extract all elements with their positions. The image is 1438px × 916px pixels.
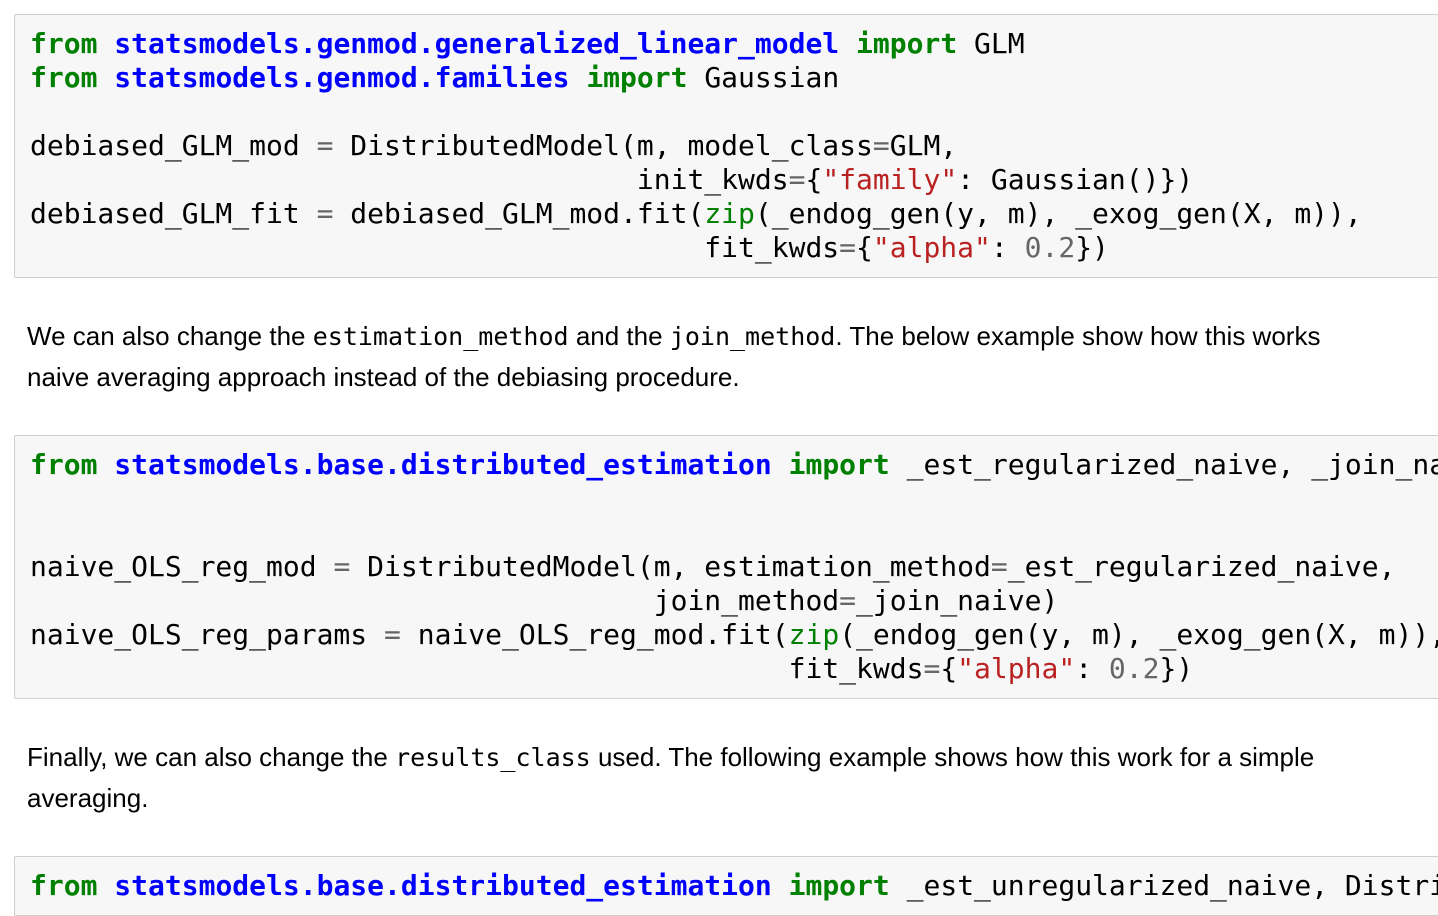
notebook-page: from statsmodels.genmod.generalized_line… — [0, 0, 1438, 916]
code-token: naive_OLS_reg_mod.fit( — [401, 618, 789, 651]
code-token: statsmodels.genmod.generalized_linear_mo… — [114, 27, 839, 60]
code-token: debiased_GLM_fit — [30, 197, 317, 230]
code-token: GLM — [957, 27, 1024, 60]
code-token: from — [30, 61, 97, 94]
code-token: : — [1075, 652, 1109, 685]
code-token: fit_kwds — [789, 652, 924, 685]
code-token: }) — [1159, 652, 1193, 685]
code-token — [97, 448, 114, 481]
code-token: = — [839, 584, 856, 617]
code-token: = — [991, 550, 1008, 583]
code-token: from — [30, 27, 97, 60]
code-cell-debiased-glm: from statsmodels.genmod.generalized_line… — [14, 14, 1438, 278]
paragraph-text: . The below example show how this works — [835, 321, 1320, 351]
paragraph-text: naive averaging approach instead of the … — [27, 362, 740, 392]
code-token: (_endog_gen(y, m), _exog_gen(X, m)), — [755, 197, 1362, 230]
code-token: import — [789, 448, 890, 481]
code-token: { — [805, 163, 822, 196]
code-token: 0.2 — [1109, 652, 1160, 685]
code-token: GLM, — [890, 129, 957, 162]
markdown-paragraph-estimation-method: We can also change the estimation_method… — [27, 316, 1438, 397]
code-token: DistributedModel(m, model_class — [333, 129, 872, 162]
code-token: = — [333, 550, 350, 583]
code-token: statsmodels.genmod.families — [114, 61, 569, 94]
code-token: "alpha" — [957, 652, 1075, 685]
code-token: DistributedModel(m, estimation_method — [350, 550, 991, 583]
code-token — [839, 27, 856, 60]
code-token: _est_regularized_naive, — [1008, 550, 1396, 583]
code-token: = — [839, 231, 856, 264]
code-token: : Gaussian()}) — [957, 163, 1193, 196]
paragraph-text: used. The following example shows how th… — [591, 742, 1315, 772]
inline-code: join_method — [670, 322, 836, 351]
code-token: import — [789, 869, 890, 902]
code-token: = — [873, 129, 890, 162]
code-token: = — [384, 618, 401, 651]
code-token — [772, 448, 789, 481]
code-cell-naive-ols-regularized: from statsmodels.base.distributed_estima… — [14, 435, 1438, 699]
code-token: _est_regularized_naive, _join_naive — [890, 448, 1438, 481]
inline-code: estimation_method — [313, 322, 569, 351]
inline-code: results_class — [395, 743, 591, 772]
code-token: init_kwds — [637, 163, 789, 196]
code-token: naive_OLS_reg_params — [30, 618, 384, 651]
code-token: _est_unregularized_naive, DistributedRes… — [890, 869, 1438, 902]
code-token: Gaussian — [687, 61, 839, 94]
code-token: "alpha" — [873, 231, 991, 264]
code-token: debiased_GLM_mod.fit( — [333, 197, 704, 230]
code-token: = — [789, 163, 806, 196]
paragraph-text: Finally, we can also change the — [27, 742, 395, 772]
code-token: statsmodels.base.distributed_estimation — [114, 448, 771, 481]
code-token: zip — [789, 618, 840, 651]
paragraph-text: and the — [569, 321, 670, 351]
code-token: 0.2 — [1025, 231, 1076, 264]
code-token: zip — [704, 197, 755, 230]
code-token: statsmodels.base.distributed_estimation — [114, 869, 771, 902]
paragraph-text: averaging. — [27, 783, 148, 813]
code-token: (_endog_gen(y, m), _exog_gen(X, m)), — [839, 618, 1438, 651]
code-token: import — [586, 61, 687, 94]
code-token — [97, 27, 114, 60]
code-token: "family" — [822, 163, 957, 196]
code-token: naive_OLS_reg_mod — [30, 550, 333, 583]
code-token: }) — [1075, 231, 1109, 264]
code-token — [97, 61, 114, 94]
code-token: debiased_GLM_mod — [30, 129, 317, 162]
code-token — [569, 61, 586, 94]
code-token: : — [991, 231, 1025, 264]
code-token: from — [30, 448, 97, 481]
code-token: fit_kwds — [704, 231, 839, 264]
code-token: { — [940, 652, 957, 685]
code-token: = — [317, 129, 334, 162]
code-token: import — [856, 27, 957, 60]
code-token: join_method — [654, 584, 839, 617]
markdown-paragraph-results-class: Finally, we can also change the results_… — [27, 737, 1438, 818]
code-token: from — [30, 869, 97, 902]
code-token: { — [856, 231, 873, 264]
code-token: _join_naive) — [856, 584, 1058, 617]
code-token: = — [923, 652, 940, 685]
code-cell-naive-ols-unregularized: from statsmodels.base.distributed_estima… — [14, 856, 1438, 916]
paragraph-text: We can also change the — [27, 321, 313, 351]
code-token — [97, 869, 114, 902]
code-token — [772, 869, 789, 902]
code-token: = — [317, 197, 334, 230]
